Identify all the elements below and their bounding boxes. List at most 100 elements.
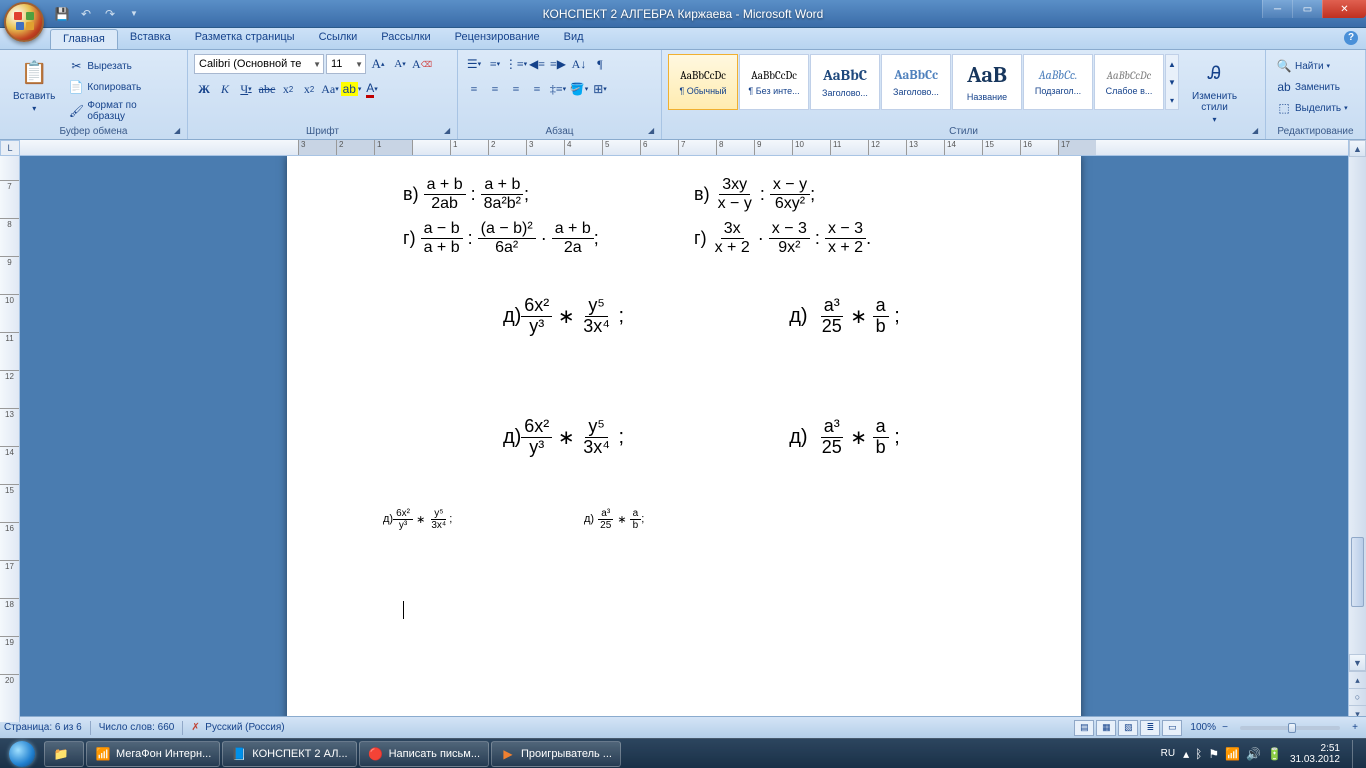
draft-view-icon[interactable]: ▭ [1162, 720, 1182, 736]
font-name-combo[interactable]: Calibri (Основной те▼ [194, 54, 324, 74]
align-center-button[interactable]: ≡ [485, 79, 505, 99]
taskbar-item[interactable]: ▶Проигрыватель ... [491, 741, 621, 767]
tray-flag-icon[interactable]: ⚑ [1208, 747, 1219, 761]
document-area[interactable]: в) a + b2ab : a + b8a²b² ; в) 3xyx − y :… [20, 156, 1348, 722]
styles-launcher-icon[interactable]: ◢ [1252, 126, 1262, 136]
scroll-thumb[interactable] [1351, 537, 1364, 607]
cut-button[interactable]: ✂Вырезать [64, 56, 181, 76]
increase-indent-button[interactable]: ≡▶ [548, 54, 568, 74]
help-icon[interactable]: ? [1344, 31, 1358, 45]
clipboard-launcher-icon[interactable]: ◢ [174, 126, 184, 136]
show-desktop-button[interactable] [1352, 740, 1360, 768]
multilevel-button[interactable]: ⋮≡▾ [506, 54, 526, 74]
clock[interactable]: 2:51 31.03.2012 [1290, 743, 1340, 765]
font-size-combo[interactable]: 11▼ [326, 54, 366, 74]
ruler-corner[interactable]: L [0, 140, 20, 156]
browse-object-icon[interactable]: ○ [1349, 688, 1366, 705]
horizontal-ruler[interactable]: 3211234567891011121314151617 [20, 140, 1348, 156]
align-left-button[interactable]: ≡ [464, 79, 484, 99]
copy-button[interactable]: 📄Копировать [64, 77, 181, 97]
tab-view[interactable]: Вид [552, 28, 596, 49]
line-spacing-button[interactable]: ‡≡▾ [548, 79, 568, 99]
office-button[interactable] [4, 2, 44, 42]
tray-volume-icon[interactable]: 🔊 [1246, 747, 1261, 761]
grow-font-button[interactable]: A▴ [368, 54, 388, 74]
language-indicator[interactable]: RU [1161, 748, 1175, 759]
superscript-button[interactable]: x2 [299, 79, 319, 99]
taskbar-item[interactable]: 🔴Написать письм... [359, 741, 489, 767]
vertical-scrollbar[interactable]: ▲ ▼ ▴ ○ ▾ [1348, 140, 1366, 722]
shading-button[interactable]: 🪣▾ [569, 79, 589, 99]
save-icon[interactable]: 💾 [52, 4, 72, 24]
style-item[interactable]: AaBbCЗаголово... [810, 54, 880, 110]
tab-home[interactable]: Главная [50, 29, 118, 49]
italic-button[interactable]: К [215, 79, 235, 99]
tab-page-layout[interactable]: Разметка страницы [183, 28, 307, 49]
shrink-font-button[interactable]: A▾ [390, 54, 410, 74]
show-marks-button[interactable]: ¶ [590, 54, 610, 74]
strike-button[interactable]: abc [257, 79, 277, 99]
start-button[interactable] [2, 740, 42, 768]
bullets-button[interactable]: ☰▾ [464, 54, 484, 74]
highlight-button[interactable]: ab▾ [341, 79, 361, 99]
close-button[interactable]: ✕ [1322, 0, 1366, 18]
sort-button[interactable]: A↓ [569, 54, 589, 74]
qat-more-icon[interactable]: ▼ [124, 4, 144, 24]
subscript-button[interactable]: x2 [278, 79, 298, 99]
clear-format-button[interactable]: A⌫ [412, 54, 432, 74]
style-item[interactable]: AaBbCcDc¶ Обычный [668, 54, 738, 110]
style-item[interactable]: AaBbCcDcСлабое в... [1094, 54, 1164, 110]
tray-bt-icon[interactable]: ᛒ [1195, 747, 1202, 761]
redo-icon[interactable]: ↷ [100, 4, 120, 24]
tab-mailings[interactable]: Рассылки [369, 28, 442, 49]
gallery-more-icon[interactable]: ▾ [1166, 91, 1178, 109]
scroll-track[interactable] [1349, 157, 1366, 654]
change-case-button[interactable]: Aa▾ [320, 79, 340, 99]
borders-button[interactable]: ⊞▾ [590, 79, 610, 99]
format-painter-button[interactable]: 🖌Формат по образцу [64, 98, 181, 124]
tab-insert[interactable]: Вставка [118, 28, 183, 49]
zoom-thumb[interactable] [1288, 723, 1296, 733]
tray-battery-icon[interactable]: 🔋 [1267, 747, 1282, 761]
scroll-down-icon[interactable]: ▼ [1349, 654, 1366, 671]
zoom-out-button[interactable]: − [1218, 722, 1232, 733]
zoom-slider[interactable] [1240, 726, 1340, 730]
outline-view-icon[interactable]: ≣ [1140, 720, 1160, 736]
taskbar-item[interactable]: 📁 [44, 741, 84, 767]
word-count[interactable]: Число слов: 660 [99, 722, 175, 733]
maximize-button[interactable]: ▭ [1292, 0, 1322, 18]
change-styles-button[interactable]: Ꭿ Изменить стили ▾ [1185, 54, 1244, 127]
numbering-button[interactable]: ≡▾ [485, 54, 505, 74]
gallery-up-icon[interactable]: ▲ [1166, 55, 1178, 73]
undo-icon[interactable]: ↶ [76, 4, 96, 24]
print-layout-view-icon[interactable]: ▤ [1074, 720, 1094, 736]
justify-button[interactable]: ≡ [527, 79, 547, 99]
gallery-scroll[interactable]: ▲▼▾ [1165, 54, 1179, 110]
taskbar-item[interactable]: 📶МегаФон Интерн... [86, 741, 220, 767]
bold-button[interactable]: Ж [194, 79, 214, 99]
web-layout-view-icon[interactable]: ▧ [1118, 720, 1138, 736]
para-launcher-icon[interactable]: ◢ [648, 126, 658, 136]
style-item[interactable]: AaBbCc.Подзагол... [1023, 54, 1093, 110]
select-button[interactable]: ⬚Выделить▾ [1272, 98, 1352, 118]
scroll-up-icon[interactable]: ▲ [1349, 140, 1366, 157]
paste-button[interactable]: 📋 Вставить ▾ [6, 54, 62, 116]
minimize-button[interactable]: ─ [1262, 0, 1292, 18]
tab-references[interactable]: Ссылки [307, 28, 370, 49]
font-color-button[interactable]: A▾ [362, 79, 382, 99]
vertical-ruler[interactable]: 7891011121314151617181920 [0, 156, 20, 722]
zoom-in-button[interactable]: + [1348, 722, 1362, 733]
font-launcher-icon[interactable]: ◢ [444, 126, 454, 136]
underline-button[interactable]: Ч▾ [236, 79, 256, 99]
tray-up-icon[interactable]: ▴ [1183, 747, 1189, 761]
full-screen-view-icon[interactable]: ▦ [1096, 720, 1116, 736]
gallery-down-icon[interactable]: ▼ [1166, 73, 1178, 91]
style-item[interactable]: AaBbCcDc¶ Без инте... [739, 54, 809, 110]
tab-review[interactable]: Рецензирование [443, 28, 552, 49]
language-status[interactable]: Русский (Россия) [205, 722, 284, 733]
style-item[interactable]: AaBbCcЗаголово... [881, 54, 951, 110]
taskbar-item[interactable]: 📘КОНСПЕКТ 2 АЛ... [222, 741, 356, 767]
tray-network-icon[interactable]: 📶 [1225, 747, 1240, 761]
zoom-level[interactable]: 100% [1190, 722, 1216, 733]
proofing-icon[interactable]: ✗ [191, 722, 199, 733]
